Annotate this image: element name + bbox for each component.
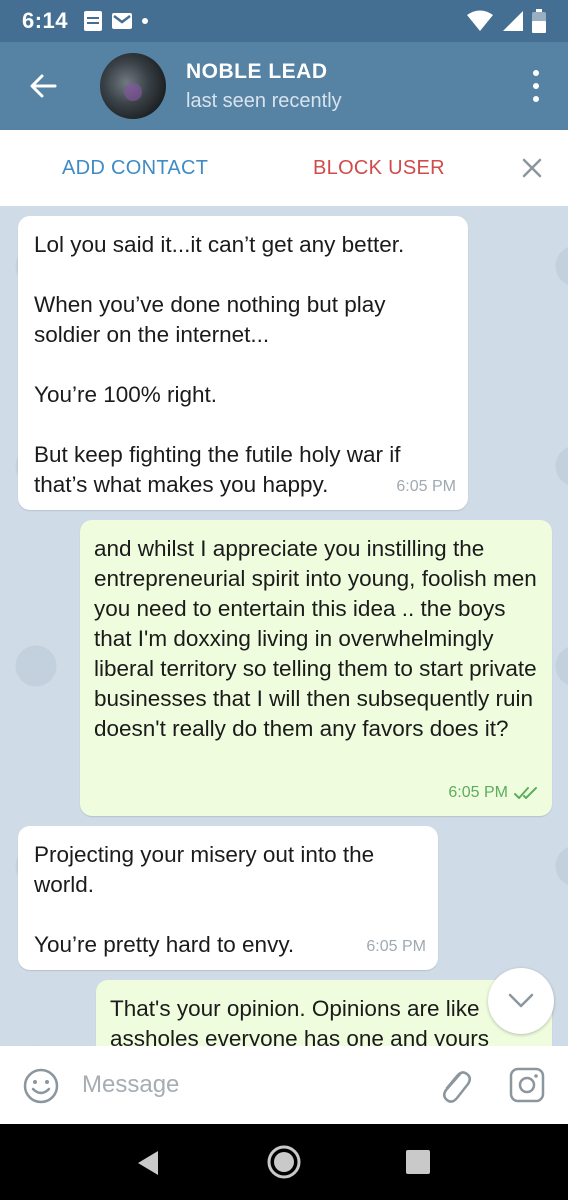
- battery-icon: [532, 9, 546, 33]
- camera-icon[interactable]: [508, 1066, 546, 1104]
- status-bar: 6:14: [0, 0, 568, 42]
- message-meta: 6:05 PM: [366, 932, 426, 962]
- back-arrow-icon: [30, 74, 57, 98]
- android-nav-bar: [0, 1124, 568, 1200]
- message-bubble-incoming[interactable]: Projecting your misery out into the worl…: [18, 826, 438, 970]
- add-contact-button[interactable]: ADD CONTACT: [62, 157, 208, 180]
- chevron-down-icon: [508, 993, 534, 1008]
- message-composer: [0, 1046, 568, 1124]
- chat-header: NOBLE LEAD last seen recently: [0, 42, 568, 130]
- message-bubble-outgoing[interactable]: and whilst I appreciate you instilling t…: [80, 520, 552, 816]
- paperclip-icon[interactable]: [436, 1064, 472, 1106]
- message-text: Lol you said it...it can’t get any bette…: [34, 232, 405, 497]
- message-meta: 6:05 PM: [396, 472, 456, 502]
- back-button[interactable]: [0, 42, 86, 130]
- message-text: That's your opinion. Opinions are like a…: [110, 996, 489, 1046]
- emoji-icon[interactable]: [22, 1067, 60, 1105]
- message-input[interactable]: [82, 1068, 412, 1102]
- message-bubble-outgoing[interactable]: That's your opinion. Opinions are like a…: [96, 980, 552, 1046]
- message-time: 6:05 PM: [366, 938, 426, 955]
- scroll-down-button[interactable]: [488, 968, 554, 1034]
- message-text: and whilst I appreciate you instilling t…: [94, 536, 537, 741]
- more-vert-icon[interactable]: [528, 70, 544, 102]
- nav-recents-icon[interactable]: [406, 1150, 430, 1174]
- wifi-icon: [467, 10, 493, 31]
- more-notifications-dot-icon: [142, 18, 149, 24]
- notification-icons: [84, 11, 149, 31]
- contact-avatar[interactable]: [100, 53, 166, 119]
- message-list[interactable]: Lol you said it...it can’t get any bette…: [0, 206, 568, 1046]
- nav-back-icon[interactable]: [136, 1150, 160, 1176]
- system-status-icons: [466, 9, 546, 33]
- double-check-icon: [514, 787, 537, 799]
- message-meta: 6:05 PM: [448, 778, 540, 808]
- message-bubble-incoming[interactable]: Lol you said it...it can’t get any bette…: [18, 216, 468, 510]
- close-icon[interactable]: [520, 156, 544, 180]
- message-time: 6:05 PM: [396, 478, 456, 495]
- status-time: 6:14: [22, 8, 69, 33]
- message-time: 6:05 PM: [448, 784, 508, 801]
- document-notification-icon: [84, 11, 103, 31]
- block-user-button[interactable]: BLOCK USER: [313, 157, 445, 180]
- gmail-notification-icon: [112, 13, 133, 29]
- cell-signal-icon: [503, 11, 523, 31]
- contact-name: NOBLE LEAD: [186, 59, 328, 83]
- last-seen-status: last seen recently: [186, 89, 342, 112]
- nav-home-icon[interactable]: [266, 1144, 302, 1180]
- contact-title[interactable]: NOBLE LEAD last seen recently: [186, 60, 342, 113]
- contact-action-bar: ADD CONTACT BLOCK USER: [0, 130, 568, 206]
